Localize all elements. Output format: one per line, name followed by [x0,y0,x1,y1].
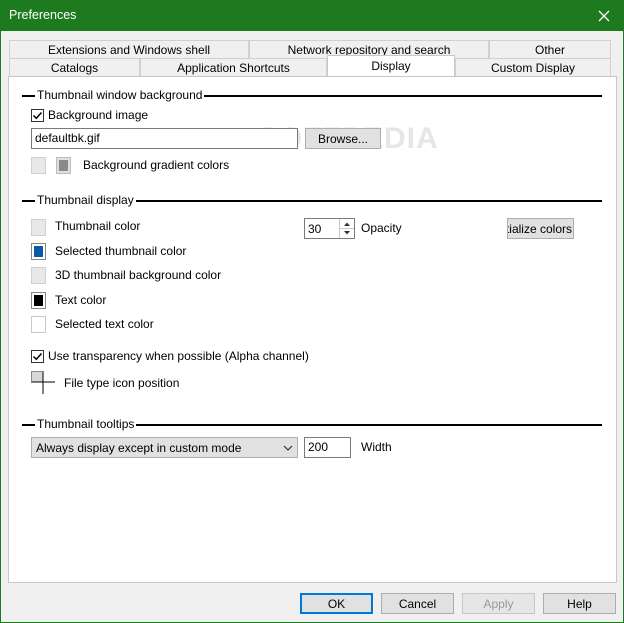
gradient-color-1-swatch[interactable] [31,157,46,174]
apply-label: Apply [483,596,514,611]
browse-button[interactable]: Browse... [305,128,381,149]
tab-display[interactable]: Display [327,55,455,76]
selected-text-color-swatch[interactable] [31,316,46,333]
transparency-checkbox[interactable] [31,350,44,363]
title-bar: Preferences [0,0,624,31]
grid-position-icon [31,371,55,394]
spin-arrows-icon [340,222,354,235]
tab-label: Application Shortcuts [177,60,290,75]
background-image-file-input[interactable]: defaultbk.gif [31,128,298,149]
opacity-spinner[interactable]: 30 [304,218,355,239]
apply-button[interactable]: Apply [462,593,535,614]
text-color-swatch[interactable] [31,292,46,309]
section-title-background: Thumbnail window background [35,88,205,102]
thumbnail-color-label: Thumbnail color [55,219,141,233]
selected-thumbnail-color-label: Selected thumbnail color [55,244,187,258]
reinitialize-colors-button[interactable]: Reinitialize colors [507,218,574,239]
tab-label: Other [534,42,565,57]
tab-label: Extensions and Windows shell [47,42,211,57]
text-color-label: Text color [55,293,107,307]
help-button[interactable]: Help [543,593,616,614]
tab-other[interactable]: Other [489,40,611,58]
background-image-checkbox[interactable] [31,109,44,122]
gradient-color-2-fill [59,160,68,171]
file-type-icon-position-label: File type icon position [64,376,180,390]
tab-label: Display [371,59,411,73]
opacity-value: 30 [308,222,322,236]
selected-thumbnail-color-fill [34,246,43,257]
3d-thumbnail-bg-color-label: 3D thumbnail background color [55,268,222,282]
gradient-color-2-swatch[interactable] [56,157,71,174]
tab-label: Custom Display [490,60,576,75]
background-image-label: Background image [48,108,149,122]
close-button[interactable] [584,0,624,31]
opacity-spin-buttons[interactable] [339,219,354,238]
thumbnail-color-swatch[interactable] [31,219,46,236]
ok-label: OK [327,596,346,611]
close-icon [598,10,610,21]
tab-application-shortcuts[interactable]: Application Shortcuts [140,58,327,76]
section-title-display: Thumbnail display [35,193,136,207]
text-color-fill [34,295,43,306]
tooltip-mode-select[interactable]: Always display except in custom mode [31,437,298,458]
cancel-label: Cancel [398,596,437,611]
ok-button[interactable]: OK [300,593,373,614]
tooltip-width-input[interactable]: 200 [304,437,351,458]
help-label: Help [567,596,592,611]
reinitialize-label: Reinitialize colors [508,221,572,236]
tooltip-mode-value: Always display except in custom mode [36,441,242,455]
section-title-tooltips: Thumbnail tooltips [35,417,137,431]
checkmark-icon [32,352,43,361]
tooltip-width-label: Width [361,440,392,454]
chevron-down-icon [283,445,293,451]
file-type-icon-position-picker[interactable] [31,371,55,394]
tab-custom-display[interactable]: Custom Display [455,58,611,76]
tab-label: Catalogs [50,60,99,75]
transparency-label: Use transparency when possible (Alpha ch… [48,349,309,363]
gradient-colors-label: Background gradient colors [83,158,230,172]
cancel-button[interactable]: Cancel [381,593,454,614]
selected-text-color-label: Selected text color [55,317,154,331]
browse-label: Browse... [317,131,368,146]
checkmark-icon [32,111,43,120]
selected-thumbnail-color-swatch[interactable] [31,243,46,260]
opacity-label: Opacity [361,221,402,235]
3d-thumbnail-bg-color-swatch[interactable] [31,267,46,284]
window-title: Preferences [9,8,77,22]
tab-extensions-windows-shell[interactable]: Extensions and Windows shell [9,40,249,58]
tab-catalogs[interactable]: Catalogs [9,58,140,76]
